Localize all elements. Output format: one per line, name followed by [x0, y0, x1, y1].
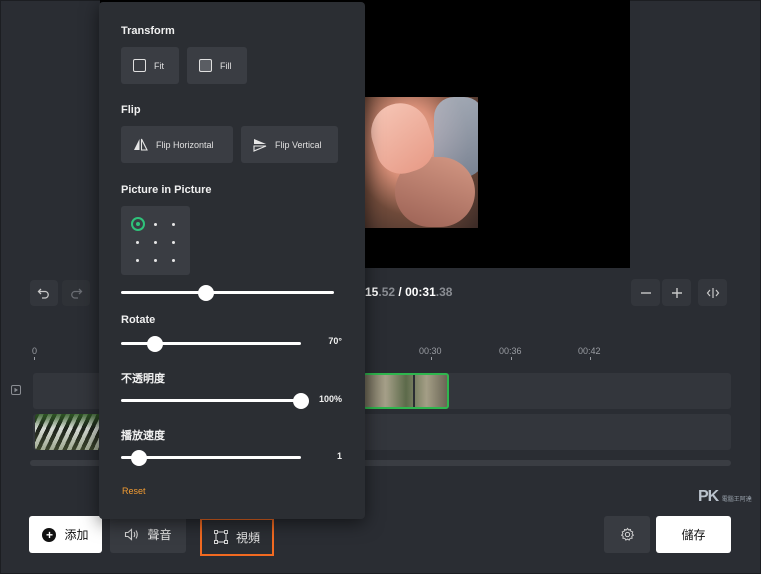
flip-vertical-icon	[253, 138, 267, 152]
fit-timeline-button[interactable]	[698, 279, 727, 306]
time-total-frac: .38	[435, 285, 453, 299]
flip-title: Flip	[121, 104, 141, 116]
speed-value: 1	[336, 451, 342, 461]
undo-button[interactable]	[30, 280, 58, 306]
transform-title: Transform	[121, 25, 175, 37]
time-total: 00:31	[405, 285, 436, 299]
pip-position-bottom-right[interactable]	[172, 259, 175, 262]
opacity-slider[interactable]	[121, 393, 309, 409]
fill-button[interactable]: Fill	[187, 47, 247, 84]
zoom-out-button[interactable]	[631, 279, 660, 306]
pip-size-slider[interactable]	[121, 285, 334, 301]
zoom-in-button[interactable]	[662, 279, 691, 306]
save-button[interactable]: 儲存	[656, 516, 731, 553]
flip-horizontal-icon	[134, 138, 148, 151]
pip-position-bottom-left[interactable]	[136, 259, 139, 262]
fit-button[interactable]: Fit	[121, 47, 179, 84]
redo-icon	[71, 288, 83, 299]
fit-label: Fit	[154, 60, 164, 71]
ruler-tick	[34, 357, 35, 360]
rotate-value: 70°	[328, 336, 342, 346]
minus-icon	[640, 291, 651, 294]
pip-position-center[interactable]	[154, 241, 157, 244]
fill-square-icon	[199, 59, 212, 72]
redo-button[interactable]	[62, 280, 90, 306]
ruler-label-36: 00:36	[499, 346, 522, 356]
preview-image	[365, 97, 478, 228]
fill-label: Fill	[220, 60, 232, 71]
flip-vertical-label: Flip Vertical	[275, 139, 322, 150]
ruler-label-42: 00:42	[578, 346, 601, 356]
selected-clip[interactable]	[363, 373, 449, 409]
speaker-icon	[125, 528, 139, 541]
ruler-tick	[590, 357, 591, 360]
ruler-label-30: 00:30	[419, 346, 442, 356]
transform-panel: Transform Fit Fill Flip Flip Horizontal …	[99, 2, 365, 519]
flip-horizontal-label: Flip Horizontal	[156, 139, 214, 150]
pip-position-middle-right[interactable]	[172, 241, 175, 244]
settings-button[interactable]	[604, 516, 650, 553]
rotate-slider[interactable]	[121, 336, 301, 352]
video-button-highlight	[200, 518, 274, 556]
fit-square-icon	[133, 59, 146, 72]
speed-slider[interactable]	[121, 450, 301, 466]
ruler-start-label: 0	[32, 346, 38, 356]
reset-link[interactable]: Reset	[122, 486, 146, 496]
opacity-value: 100%	[318, 394, 342, 404]
speed-title: 播放速度	[121, 430, 165, 442]
rotate-knob[interactable]	[147, 336, 164, 352]
watermark-logo: PK 電腦王阿達	[698, 488, 752, 505]
audio-button[interactable]: 聲音	[110, 516, 186, 553]
pip-title: Picture in Picture	[121, 184, 212, 196]
opacity-title: 不透明度	[121, 373, 165, 385]
time-current-frac: .52	[378, 285, 396, 299]
plus-circle-icon: +	[42, 527, 57, 542]
pip-position-grid[interactable]	[121, 206, 190, 275]
time-readout: 15.52 / 00:31.38	[365, 285, 452, 299]
plus-icon	[671, 287, 682, 298]
audio-label: 聲音	[147, 528, 172, 542]
time-current: 15	[365, 285, 379, 299]
pip-position-bottom-center[interactable]	[154, 259, 157, 262]
pip-position-top-center[interactable]	[154, 223, 157, 226]
time-separator: /	[395, 285, 406, 299]
pip-position-top-right[interactable]	[172, 223, 175, 226]
pip-size-knob[interactable]	[198, 285, 215, 301]
speed-knob[interactable]	[131, 450, 147, 466]
undo-icon	[37, 288, 49, 299]
expand-horizontal-icon	[706, 287, 719, 298]
rotate-title: Rotate	[121, 314, 156, 326]
save-label: 儲存	[681, 528, 706, 542]
ruler-tick	[431, 357, 432, 360]
zebra-clip[interactable]	[35, 414, 101, 450]
track-video-icon	[11, 385, 21, 395]
flip-horizontal-button[interactable]: Flip Horizontal	[121, 126, 233, 163]
pip-position-top-left[interactable]	[131, 217, 145, 231]
pip-position-middle-left[interactable]	[136, 241, 139, 244]
add-button[interactable]: + 添加	[29, 516, 102, 553]
ruler-tick	[511, 357, 512, 360]
gear-icon	[620, 527, 634, 541]
flip-vertical-button[interactable]: Flip Vertical	[241, 126, 338, 163]
add-label: 添加	[64, 528, 89, 542]
